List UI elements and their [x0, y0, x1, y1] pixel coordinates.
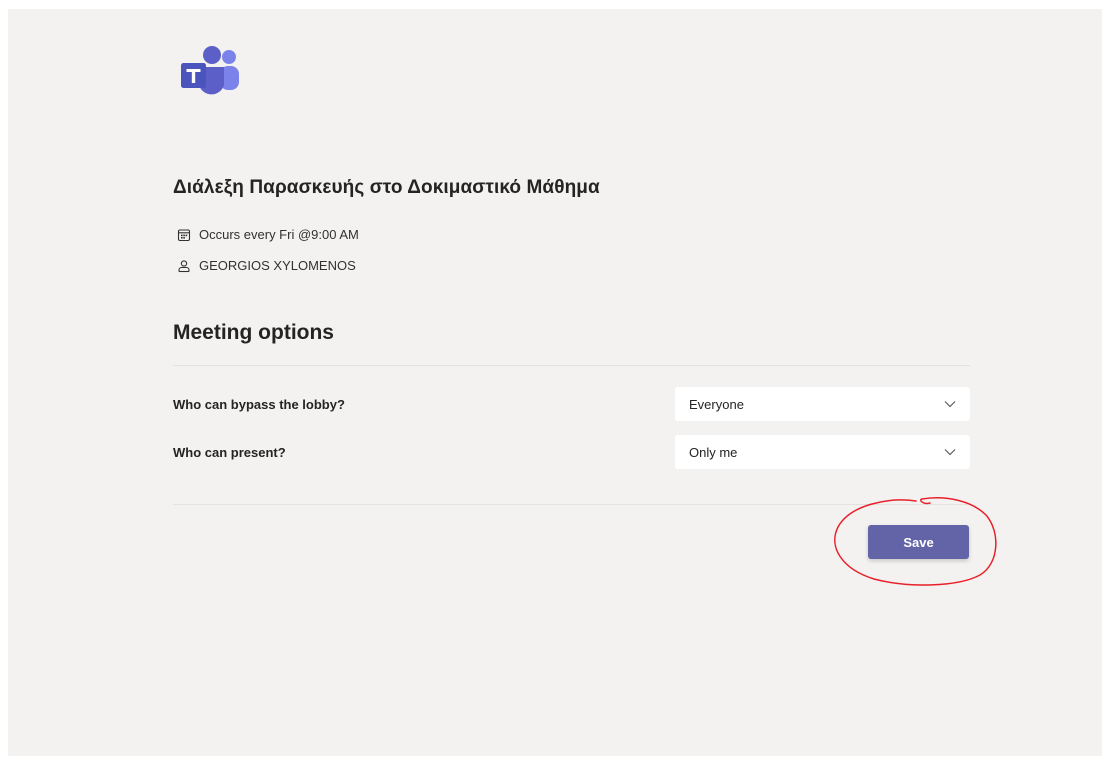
- calendar-icon: [177, 228, 191, 241]
- lobby-bypass-value: Everyone: [689, 396, 744, 412]
- organizer-name: GEORGIOS XYLOMENOS: [199, 258, 356, 273]
- lobby-bypass-dropdown[interactable]: Everyone: [675, 387, 970, 421]
- organizer-row: GEORGIOS XYLOMENOS: [177, 258, 356, 273]
- presenter-value: Only me: [689, 444, 738, 460]
- recurrence-row: Occurs every Fri @9:00 AM: [177, 227, 359, 242]
- person-icon: [178, 259, 190, 272]
- presenter-label: Who can present?: [173, 445, 286, 460]
- divider: [173, 365, 970, 366]
- chevron-down-icon: [944, 449, 956, 456]
- meeting-title: Διάλεξη Παρασκευής στο Δοκιμαστικό Μάθημ…: [173, 177, 600, 198]
- options-heading: Meeting options: [173, 321, 334, 344]
- meeting-options-page: Διάλεξη Παρασκευής στο Δοκιμαστικό Μάθημ…: [8, 9, 1102, 756]
- chevron-down-icon: [944, 401, 956, 408]
- presenter-dropdown[interactable]: Only me: [675, 435, 970, 469]
- save-button[interactable]: Save: [868, 525, 969, 559]
- recurrence-text: Occurs every Fri @9:00 AM: [199, 227, 359, 242]
- divider: [173, 504, 970, 505]
- lobby-bypass-label: Who can bypass the lobby?: [173, 397, 345, 412]
- teams-logo-icon: [181, 46, 239, 95]
